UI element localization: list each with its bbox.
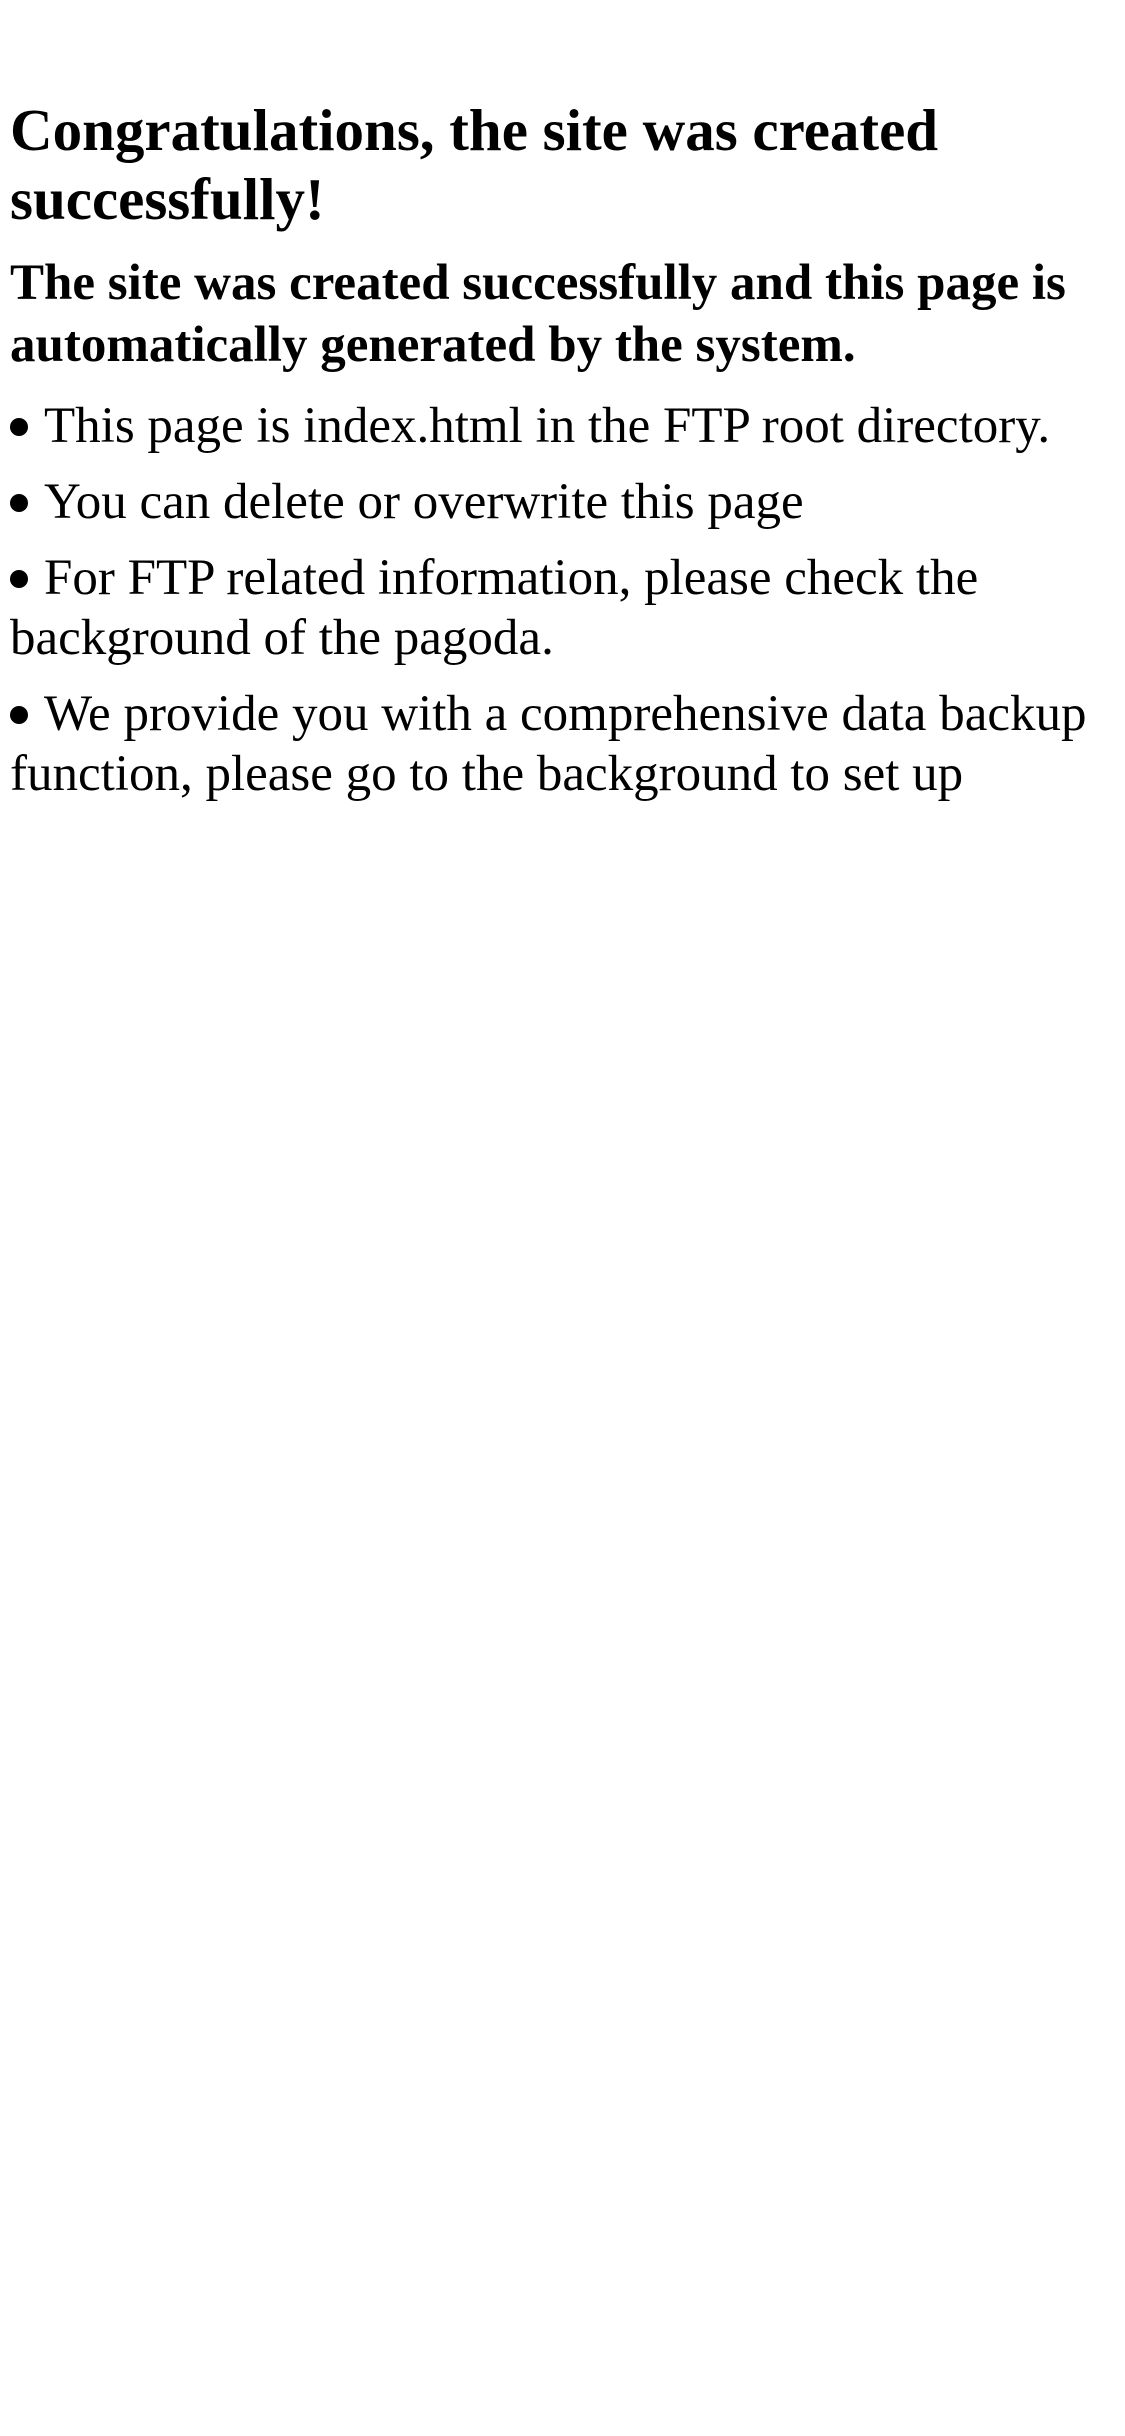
list-item-text: We provide you with a comprehensive data… — [10, 686, 1087, 802]
list-item: You can delete or overwrite this page — [10, 472, 1115, 532]
page-title: Congratulations, the site was created su… — [10, 97, 939, 232]
list-item: For FTP related information, please chec… — [10, 548, 1115, 668]
bullet-icon — [10, 570, 28, 589]
list-item-text: For FTP related information, please chec… — [10, 550, 979, 666]
bullet-icon — [10, 494, 28, 513]
list-item: We provide you with a comprehensive data… — [10, 684, 1115, 804]
bullet-icon — [10, 418, 28, 437]
page-subtitle: The site was created successfully and th… — [10, 255, 1066, 373]
list-item-text: This page is index.html in the FTP root … — [44, 398, 1051, 454]
bullet-icon — [10, 706, 28, 725]
info-list: This page is index.html in the FTP root … — [10, 396, 1115, 804]
page: Congratulations, the site was created su… — [0, 0, 1125, 2436]
list-item: This page is index.html in the FTP root … — [10, 396, 1115, 456]
list-item-text: You can delete or overwrite this page — [44, 474, 804, 530]
